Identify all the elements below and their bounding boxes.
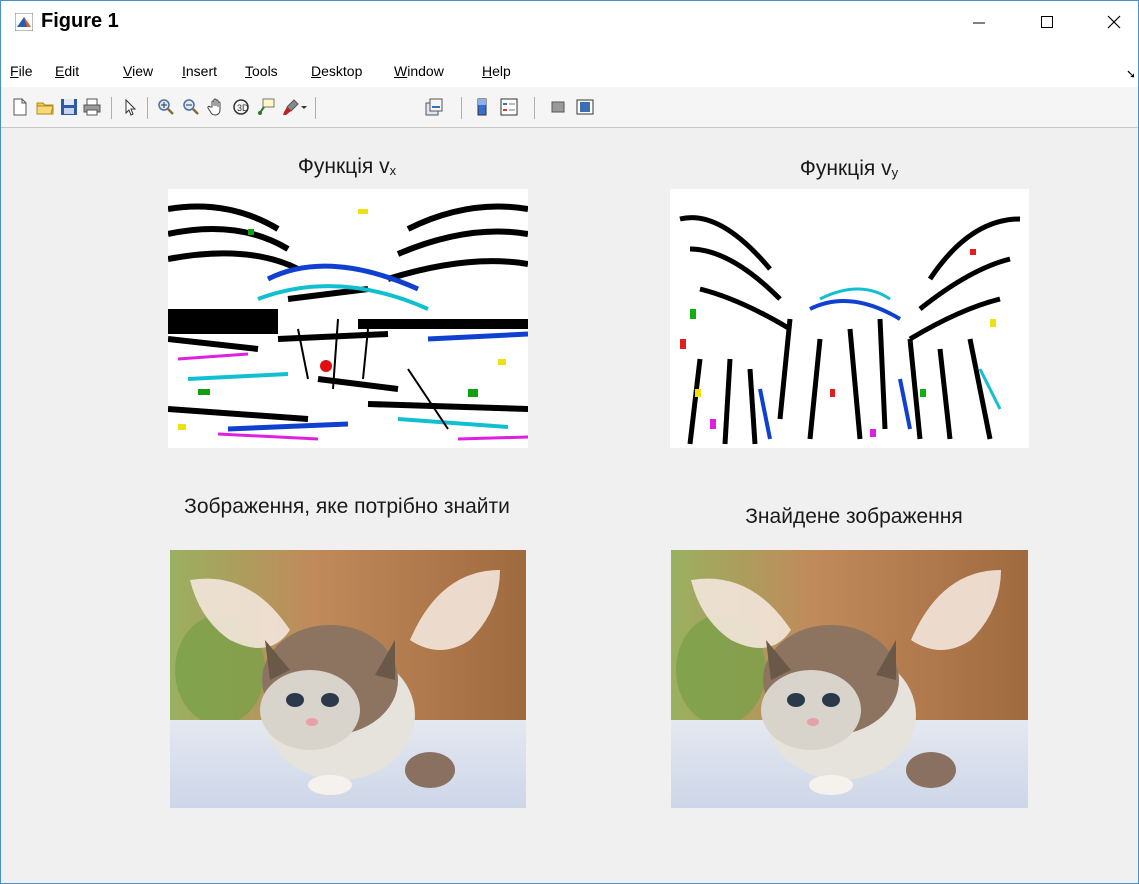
menu-file[interactable]: File (10, 63, 33, 79)
figure-window: Figure 1 File Edit View Insert Tools Des… (0, 0, 1139, 884)
toolbar-separator (111, 97, 112, 119)
brush-dropdown-icon[interactable] (300, 98, 308, 116)
minimize-button[interactable] (956, 1, 1002, 43)
menu-help[interactable]: Help (482, 63, 511, 79)
close-button[interactable] (1091, 1, 1137, 43)
vx-gradient-image[interactable] (168, 189, 528, 448)
menu-tools[interactable]: Tools (245, 63, 278, 79)
found-image[interactable] (671, 550, 1028, 808)
print-icon[interactable] (83, 98, 101, 116)
pan-hand-icon[interactable] (207, 98, 225, 116)
toolbar-separator (461, 97, 462, 119)
target-image[interactable] (170, 550, 526, 808)
new-figure-icon[interactable] (11, 98, 29, 116)
matlab-icon (15, 13, 33, 31)
title-bar: Figure 1 (1, 1, 1138, 43)
menu-desktop[interactable]: Desktop (311, 63, 362, 79)
axes-title-vy: Функція vy (799, 157, 899, 180)
menu-view[interactable]: View (123, 63, 153, 79)
menubar-spacer (1, 43, 1138, 61)
minimize-icon (973, 22, 985, 24)
menu-insert[interactable]: Insert (182, 63, 217, 79)
axes-title-found: Знайдене зображення (745, 505, 963, 528)
dock-arrow-icon[interactable]: ➘ (1126, 67, 1136, 81)
axes-title-vx: Функція vx (297, 155, 397, 178)
window-title: Figure 1 (41, 10, 119, 32)
rotate-3d-icon[interactable]: 3D (232, 98, 250, 116)
vy-gradient-image[interactable] (670, 189, 1029, 448)
menu-bar: File Edit View Insert Tools Desktop Wind… (1, 61, 1138, 87)
save-icon[interactable] (60, 98, 78, 116)
zoom-in-icon[interactable] (157, 98, 175, 116)
maximize-icon (1041, 16, 1053, 28)
legend-icon[interactable] (500, 98, 518, 116)
show-plot-tools-icon[interactable] (576, 98, 594, 116)
hide-plot-tools-icon[interactable] (549, 98, 567, 116)
maximize-button[interactable] (1024, 1, 1070, 43)
toolbar-separator (315, 97, 316, 119)
open-file-icon[interactable] (36, 98, 54, 116)
toolbar-separator (534, 97, 535, 119)
menu-edit[interactable]: Edit (55, 63, 79, 79)
zoom-out-icon[interactable] (182, 98, 200, 116)
link-plot-icon[interactable] (425, 98, 443, 116)
close-icon (1107, 15, 1121, 29)
toolbar-separator (147, 97, 148, 119)
brush-icon[interactable] (282, 98, 300, 116)
menu-window[interactable]: Window (394, 63, 444, 79)
colorbar-icon[interactable] (473, 98, 491, 116)
pointer-icon[interactable] (121, 98, 139, 116)
figure-toolbar: 3D (1, 87, 1138, 128)
figure-canvas: Функція vx Функція vy Зображення, яке по… (1, 128, 1138, 883)
svg-text:3D: 3D (237, 103, 249, 113)
axes-title-target: Зображення, яке потрібно знайти (184, 495, 510, 518)
data-cursor-icon[interactable] (257, 98, 275, 116)
